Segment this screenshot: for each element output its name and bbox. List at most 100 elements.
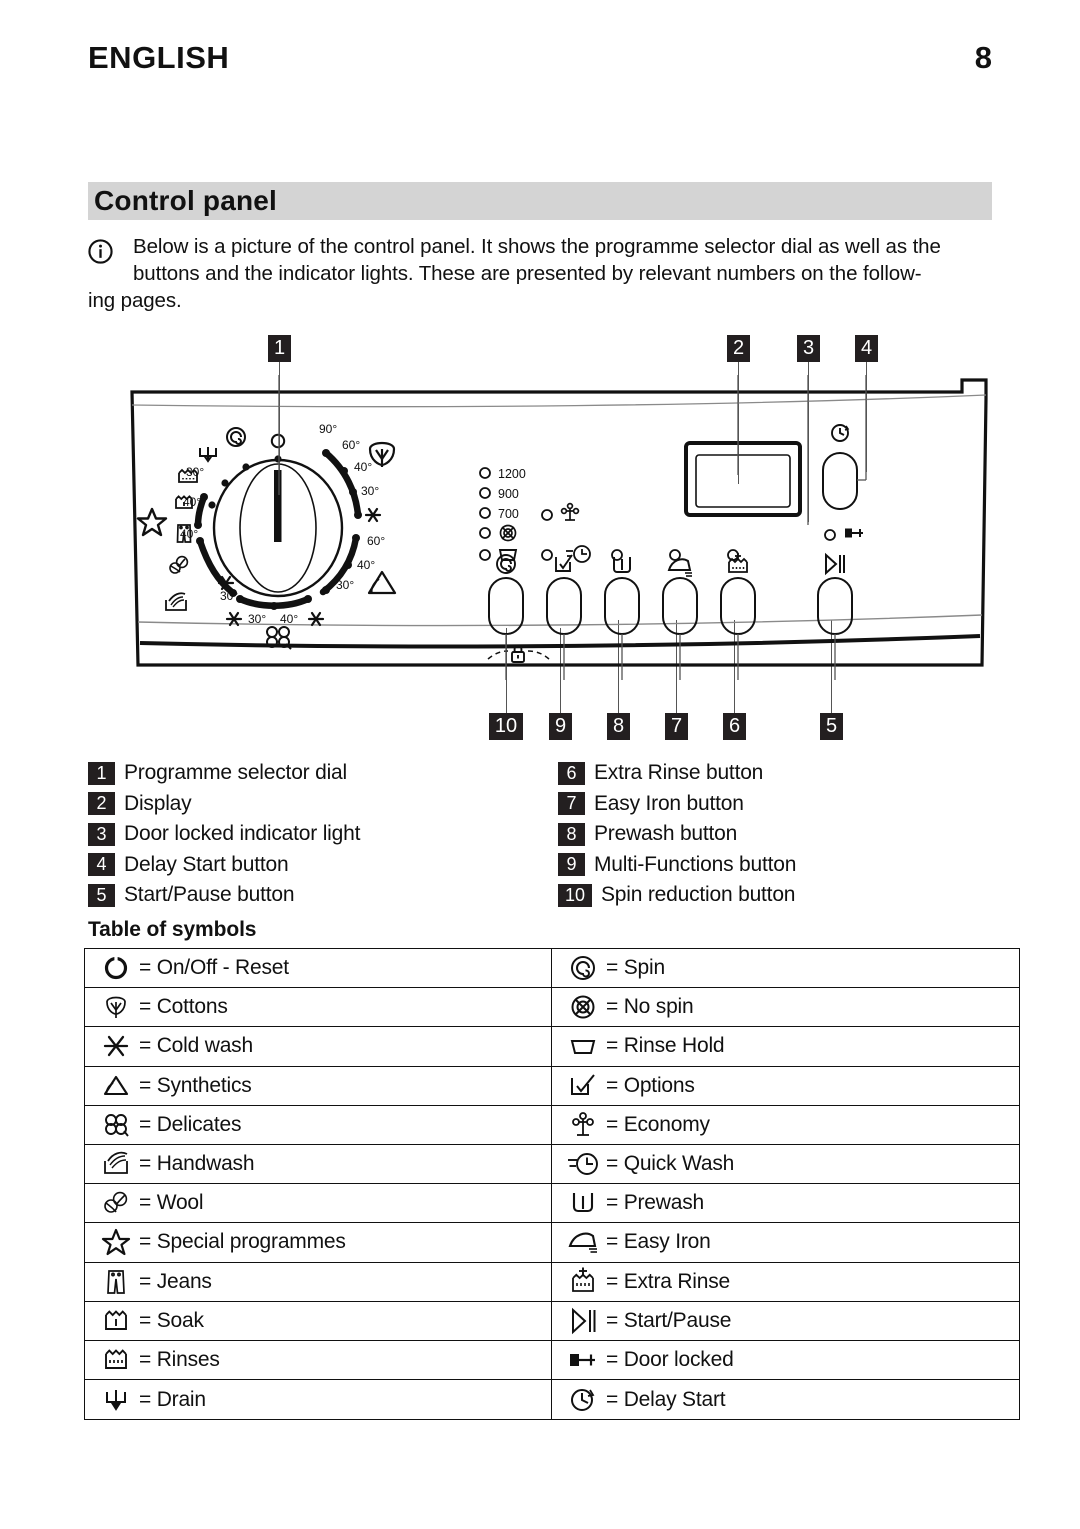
door-locked-icon [845,528,863,538]
prewash-icon [562,1186,604,1220]
legend-label: Spin reduction button [601,883,796,907]
door-locked-icon [562,1343,604,1377]
delay-start-icon [831,424,850,442]
control-panel-diagram: 1 2 3 4 10 9 8 7 6 5 90° 60° 40° 30° 60°… [0,0,1080,760]
cold-wash-icon [95,1029,137,1063]
button-row [488,552,853,635]
indicator-label-1200: 1200 [498,467,526,481]
table-row: = Delay Start [552,1380,1019,1419]
legend-label: Multi-Functions button [594,852,797,876]
table-of-symbols: = On/Off - Reset = Cottons = Cold wash =… [84,948,1020,1421]
legend-list: 1 Programme selector dial 2 Display 3 Do… [88,758,1028,911]
table-row: = Start/Pause [552,1302,1019,1341]
soak-icon [95,1304,137,1338]
synthetics-icon [95,1069,137,1103]
table-label: = Prewash [606,1191,705,1215]
dial-cold-wash-marks [217,507,382,627]
economy-icon [562,1108,604,1142]
callout-bottom-10: 10 [489,713,523,740]
legend-number: 5 [88,883,115,907]
legend-item-5: 5 Start/Pause button [88,880,558,911]
table-row: = Wool [85,1184,551,1224]
indicator-light-1200 [479,467,491,479]
svg-text:30°: 30° [361,484,379,498]
table-row: = Delicates [85,1106,551,1145]
legend-label: Display [124,791,192,815]
extra-rinse-icon [562,1265,604,1299]
table-row: = Cottons [85,988,551,1028]
legend-column-left: 1 Programme selector dial 2 Display 3 Do… [88,758,558,911]
table-label: = Cottons [139,995,228,1019]
display-screen [684,441,802,517]
start-pause-button[interactable] [817,577,853,635]
dial-drain-icon [199,447,217,463]
rinse-hold-icon [562,1029,604,1063]
panel-seam-top [131,394,987,408]
manual-page: ENGLISH 8 Control panel Below is a pictu… [0,0,1080,1529]
table-column-left: = On/Off - Reset = Cottons = Cold wash =… [85,949,552,1420]
callout-bottom-6: 6 [723,713,746,740]
callout-bottom-9: 9 [549,713,572,740]
options-icon [555,554,573,572]
delay-start-button[interactable] [822,452,858,510]
handwash-icon [95,1147,137,1181]
table-label: = Rinses [139,1347,220,1371]
legend-label: Delay Start button [124,852,289,876]
legend-label: Programme selector dial [124,761,347,785]
legend-number: 7 [558,792,585,816]
table-row: = Soak [85,1302,551,1341]
svg-text:40°: 40° [357,558,375,572]
table-row: = Extra Rinse [552,1263,1019,1302]
svg-text:60°: 60° [367,534,385,548]
table-row: = Handwash [85,1145,551,1185]
table-label: = Delay Start [606,1387,726,1411]
table-row: = Quick Wash [552,1145,1019,1185]
legend-number: 3 [88,822,115,846]
legend-label: Prewash button [594,822,738,846]
indicator-light-quick-wash [541,549,553,561]
table-label: = Extra Rinse [606,1269,731,1293]
table-label: = Special programmes [139,1230,346,1254]
legend-number: 6 [558,761,585,785]
no-spin-icon [562,990,604,1024]
table-label: = Wool [139,1191,204,1215]
start-pause-icon [825,552,845,576]
table-row: = Rinse Hold [552,1027,1019,1067]
callout-top-1: 1 [268,335,291,362]
wool-icon [95,1186,137,1220]
legend-label: Extra Rinse button [594,761,764,785]
prewash-button[interactable] [604,577,640,635]
legend-item-10: 10 Spin reduction button [558,880,1028,911]
callout-bottom-7: 7 [665,713,688,740]
extra-rinse-button[interactable] [720,577,756,635]
table-row: = Drain [85,1380,551,1419]
table-label: = Handwash [139,1152,255,1176]
indicator-label-900: 900 [498,487,519,501]
table-label: = Soak [139,1308,204,1332]
indicator-light-extra-rinse [727,549,739,561]
callout-top-4: 4 [855,335,878,362]
dial-spin-icon [226,427,246,447]
power-icon [95,951,137,985]
svg-text:30°: 30° [336,578,354,592]
table-row: = Special programmes [85,1223,551,1263]
table-label: = Quick Wash [606,1152,735,1176]
legend-column-right: 6 Extra Rinse button 7 Easy Iron button … [558,758,1028,911]
svg-text:40°: 40° [280,612,298,626]
table-label: = Door locked [606,1347,734,1371]
table-row: = Options [552,1067,1019,1106]
table-label: = No spin [606,995,694,1019]
easy-iron-button[interactable] [662,577,698,635]
legend-number: 4 [88,853,115,877]
economy-icon [560,502,580,521]
svg-text:60°: 60° [342,438,360,452]
rinses-icon [95,1343,137,1377]
dial-wool-icon [169,555,189,574]
programme-selector-dial[interactable] [212,458,344,598]
table-label: = Synthetics [139,1073,252,1097]
extra-rinse-icon [728,553,748,573]
table-label: = On/Off - Reset [139,956,289,980]
legend-number: 2 [88,792,115,816]
indicator-label-700: 700 [498,507,519,521]
svg-text:90°: 90° [319,422,337,436]
